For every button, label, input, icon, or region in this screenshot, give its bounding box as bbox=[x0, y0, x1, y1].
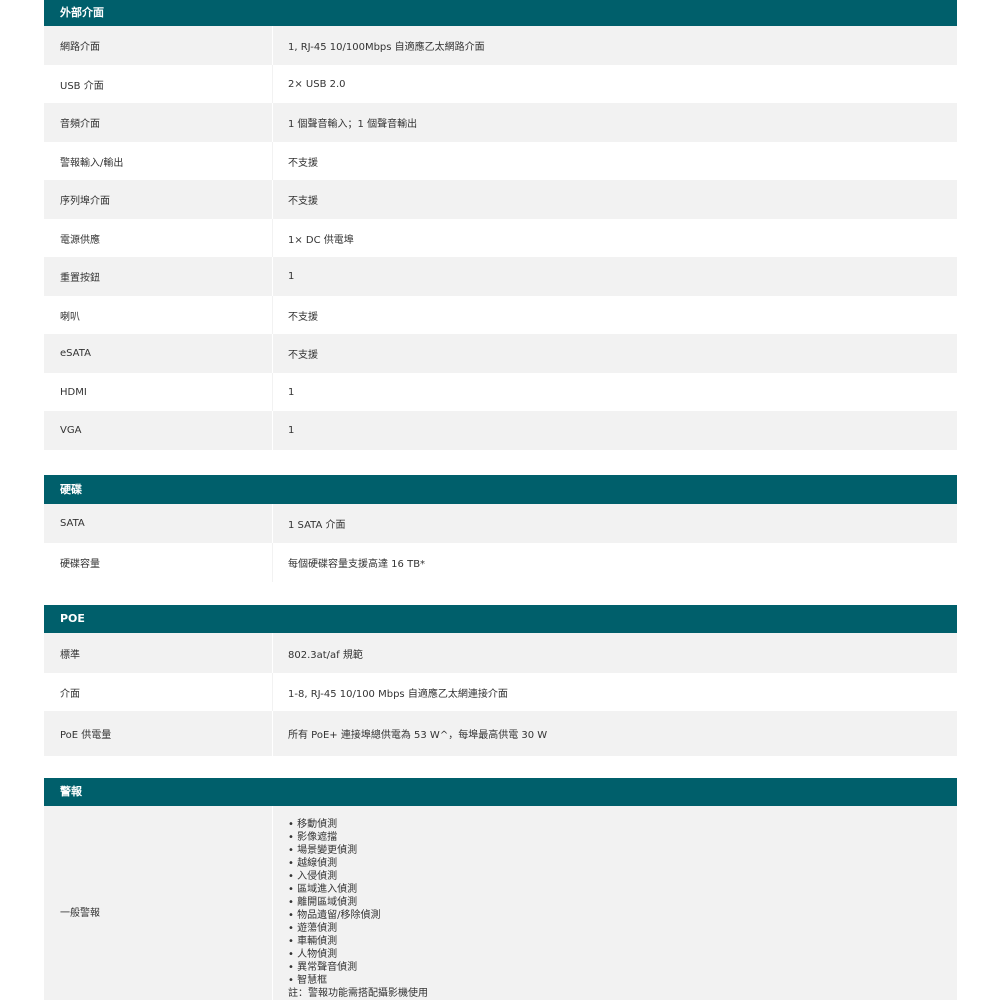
table-row: 一般警報 移動偵測 影像遮擋 場景變更偵測 越線偵測 入侵偵測 區域進入偵測 離… bbox=[44, 806, 957, 1000]
spec-value: 2× USB 2.0 bbox=[288, 78, 346, 90]
table-row: 序列埠介面 不支援 bbox=[44, 180, 957, 219]
spec-value: 不支援 bbox=[288, 196, 318, 207]
spec-label: 介面 bbox=[44, 673, 273, 711]
table-row: VGA 1 bbox=[44, 411, 957, 450]
alarm-value: 移動偵測 影像遮擋 場景變更偵測 越線偵測 入侵偵測 區域進入偵測 離開區域偵測… bbox=[273, 806, 957, 1000]
spec-label: VGA bbox=[44, 411, 273, 450]
spec-value: 1-8, RJ-45 10/100 Mbps 自適應乙太網連接介面 bbox=[288, 688, 508, 700]
alarm-note: 註：警報功能需搭配攝影機使用 bbox=[288, 988, 428, 999]
section-alarm: 警報 一般警報 移動偵測 影像遮擋 場景變更偵測 越線偵測 入侵偵測 區域進入偵… bbox=[44, 778, 957, 1000]
table-row: eSATA 不支援 bbox=[44, 334, 957, 373]
alarm-list: 移動偵測 影像遮擋 場景變更偵測 越線偵測 入侵偵測 區域進入偵測 離開區域偵測… bbox=[288, 818, 380, 987]
spec-label: SATA bbox=[44, 504, 273, 543]
table-row: SATA 1 SATA 介面 bbox=[44, 504, 957, 543]
table-row: 喇叭 不支援 bbox=[44, 296, 957, 334]
spec-label: USB 介面 bbox=[44, 65, 273, 103]
list-item: 移動偵測 bbox=[288, 818, 380, 831]
spec-page: 外部介面 網路介面 1, RJ-45 10/100Mbps 自適應乙太網路介面 … bbox=[0, 0, 1000, 1000]
spec-label: 喇叭 bbox=[44, 296, 273, 334]
section-header: 硬碟 bbox=[44, 475, 957, 504]
table-row: 重置按鈕 1 bbox=[44, 257, 957, 296]
spec-value: 每個硬碟容量支援高達 16 TB* bbox=[288, 559, 426, 570]
list-item: 遊蕩偵測 bbox=[288, 922, 380, 935]
list-item: 車輛偵測 bbox=[288, 935, 380, 948]
list-item: 區域進入偵測 bbox=[288, 883, 380, 896]
spec-value: 1, RJ-45 10/100Mbps 自適應乙太網路介面 bbox=[288, 42, 485, 53]
spec-value: 802.3at/af 規範 bbox=[288, 649, 363, 661]
list-item: 異常聲音偵測 bbox=[288, 961, 380, 974]
list-item: 人物偵測 bbox=[288, 948, 380, 961]
table-row: 音頻介面 1 個聲音輸入；1 個聲音輸出 bbox=[44, 103, 957, 142]
spec-label: 硬碟容量 bbox=[44, 543, 273, 582]
list-item: 場景變更偵測 bbox=[288, 844, 380, 857]
section-hard-disk: 硬碟 SATA 1 SATA 介面 硬碟容量 每個硬碟容量支援高達 16 TB* bbox=[44, 475, 957, 582]
spec-value: 1 bbox=[288, 271, 295, 282]
section-poe: POE 標準 802.3at/af 規範 介面 1-8, RJ-45 10/10… bbox=[44, 605, 957, 756]
spec-label: 電源供應 bbox=[44, 219, 273, 257]
spec-value: 不支援 bbox=[288, 350, 318, 361]
table-row: HDMI 1 bbox=[44, 373, 957, 411]
section-header: 警報 bbox=[44, 778, 957, 806]
list-item: 物品遺留/移除偵測 bbox=[288, 909, 380, 922]
spec-label: 序列埠介面 bbox=[44, 180, 273, 219]
spec-value: 1 bbox=[288, 386, 295, 398]
table-row: 警報輸入/輸出 不支援 bbox=[44, 142, 957, 180]
spec-label: eSATA bbox=[44, 334, 273, 373]
table-row: 介面 1-8, RJ-45 10/100 Mbps 自適應乙太網連接介面 bbox=[44, 673, 957, 711]
spec-label: PoE 供電量 bbox=[44, 711, 273, 756]
list-item: 影像遮擋 bbox=[288, 831, 380, 844]
spec-value: 1 個聲音輸入；1 個聲音輸出 bbox=[288, 119, 418, 130]
table-row: 標準 802.3at/af 規範 bbox=[44, 633, 957, 673]
spec-value: 1× DC 供電埠 bbox=[288, 234, 354, 246]
spec-label: 一般警報 bbox=[44, 806, 273, 1000]
table-row: 網路介面 1, RJ-45 10/100Mbps 自適應乙太網路介面 bbox=[44, 26, 957, 65]
spec-label: 警報輸入/輸出 bbox=[44, 142, 273, 180]
list-item: 入侵偵測 bbox=[288, 870, 380, 883]
spec-value: 不支援 bbox=[288, 311, 318, 323]
list-item: 智慧框 bbox=[288, 974, 380, 987]
spec-label: 重置按鈕 bbox=[44, 257, 273, 296]
spec-value: 1 SATA 介面 bbox=[288, 520, 346, 531]
table-row: 硬碟容量 每個硬碟容量支援高達 16 TB* bbox=[44, 543, 957, 582]
table-row: PoE 供電量 所有 PoE+ 連接埠總供電為 53 W^，每埠最高供電 30 … bbox=[44, 711, 957, 756]
spec-label: HDMI bbox=[44, 373, 273, 411]
table-row: 電源供應 1× DC 供電埠 bbox=[44, 219, 957, 257]
list-item: 越線偵測 bbox=[288, 857, 380, 870]
list-item: 離開區域偵測 bbox=[288, 896, 380, 909]
spec-value: 所有 PoE+ 連接埠總供電為 53 W^，每埠最高供電 30 W bbox=[288, 730, 548, 741]
spec-value: 不支援 bbox=[288, 157, 318, 169]
spec-label: 網路介面 bbox=[44, 26, 273, 65]
section-external-interface: 外部介面 網路介面 1, RJ-45 10/100Mbps 自適應乙太網路介面 … bbox=[44, 0, 957, 450]
table-row: USB 介面 2× USB 2.0 bbox=[44, 65, 957, 103]
section-header: POE bbox=[44, 605, 957, 633]
spec-value: 1 bbox=[288, 425, 295, 436]
spec-label: 標準 bbox=[44, 633, 273, 673]
spec-label: 音頻介面 bbox=[44, 103, 273, 142]
section-header: 外部介面 bbox=[44, 0, 957, 26]
